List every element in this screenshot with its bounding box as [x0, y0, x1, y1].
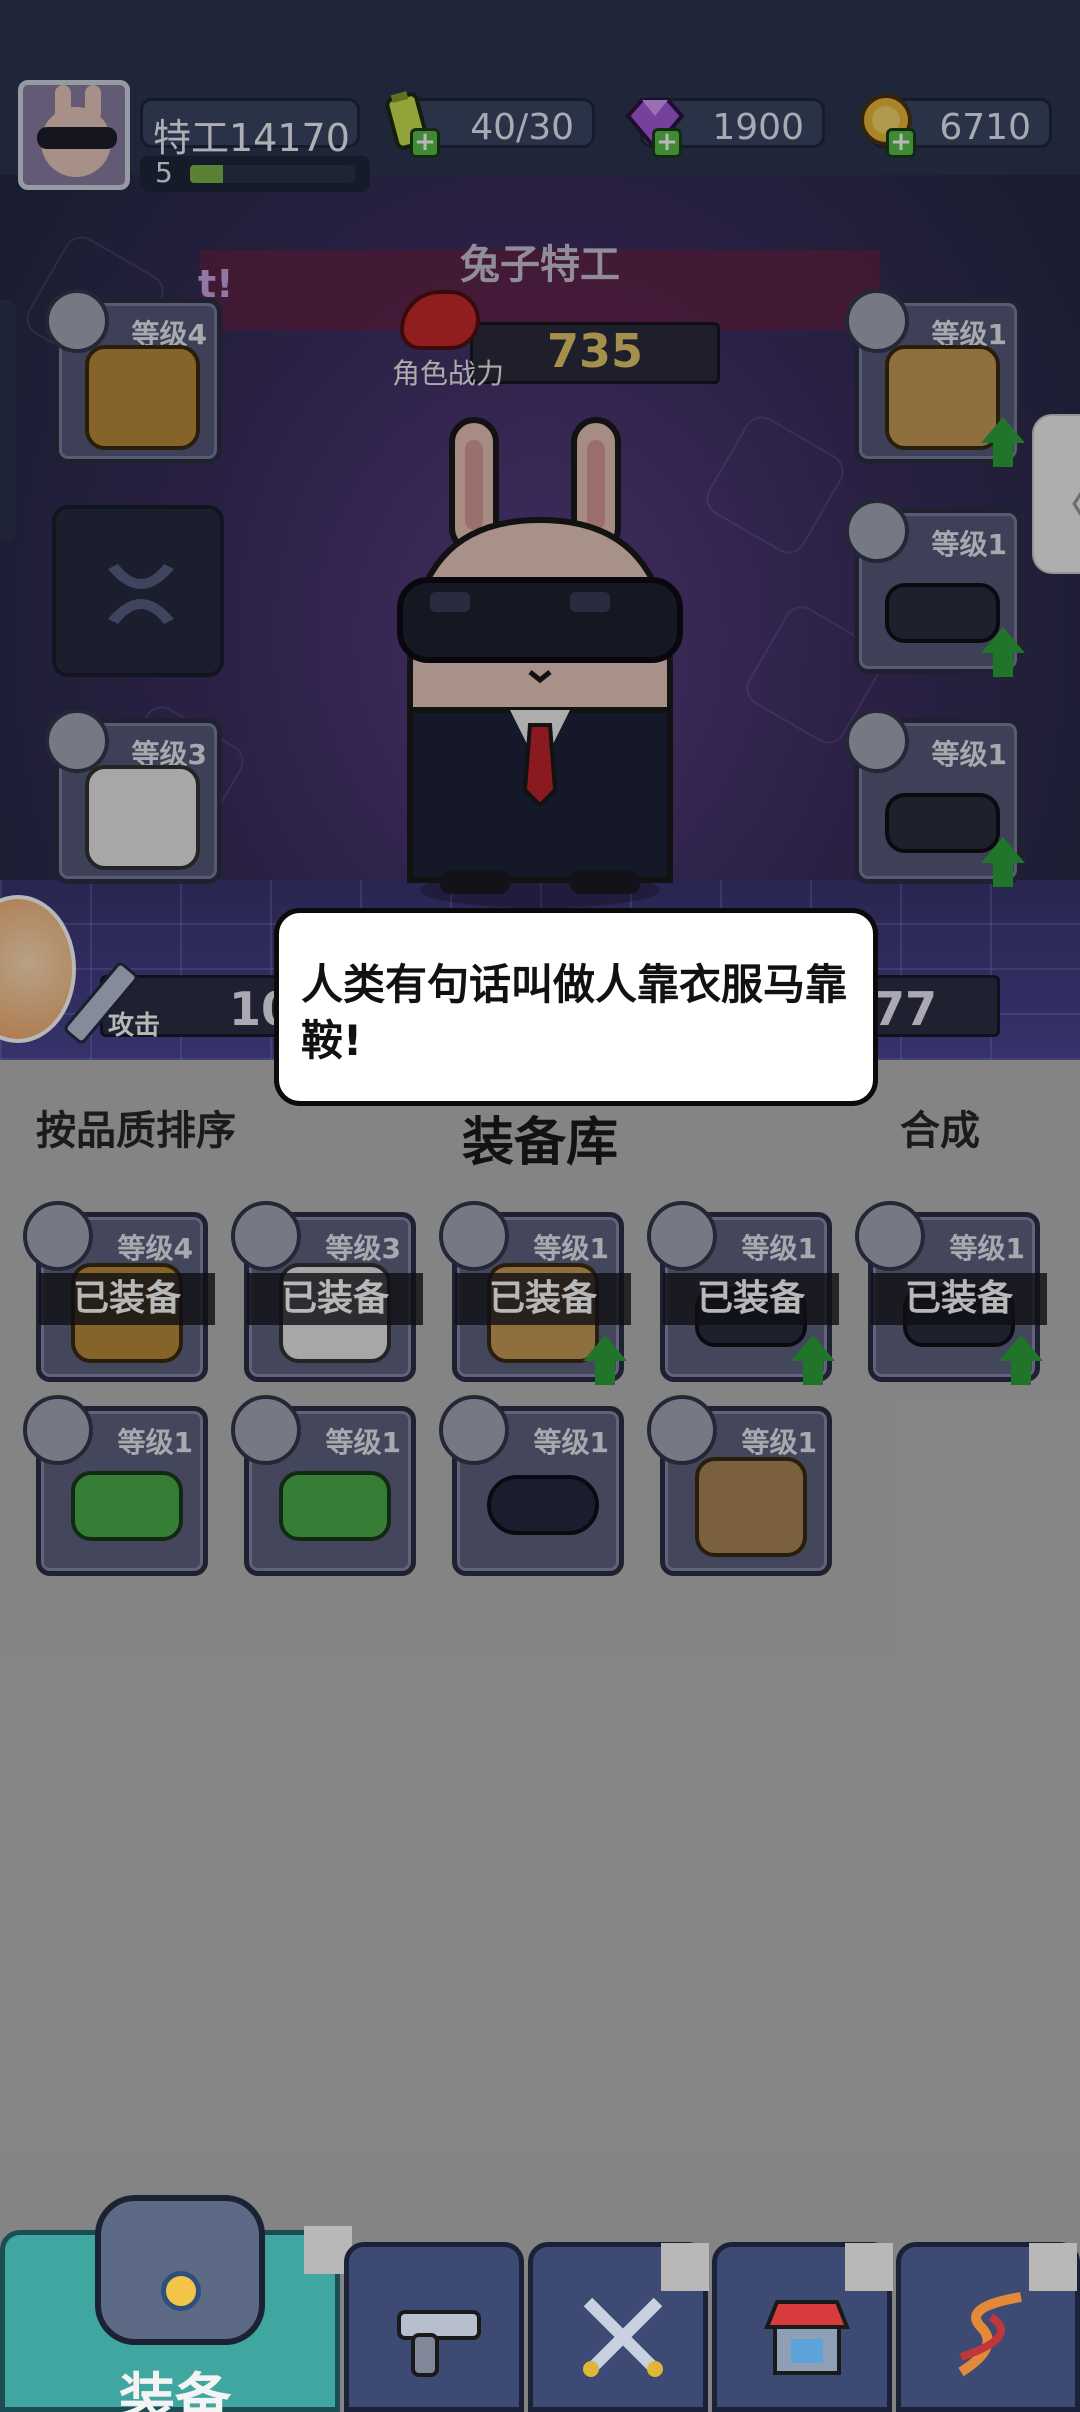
shop-icon — [764, 2300, 850, 2375]
equipped-tag: 已装备 — [663, 1273, 839, 1325]
nav-tab-shop[interactable] — [712, 2242, 893, 2412]
player-name-box: 特工14170 — [140, 98, 360, 160]
defense-stat: 77 — [860, 975, 1000, 1037]
crossed-swords-icon — [583, 2297, 663, 2377]
nav-equipment-label: 装备 — [119, 2368, 231, 2412]
helmet-slot[interactable]: 等级4 — [45, 289, 222, 464]
coin-value: 6710 — [939, 107, 1031, 148]
glove-badge-icon — [231, 1201, 301, 1271]
upgrade-arrow-icon — [981, 837, 1025, 887]
inventory-item-green-goggles-2[interactable]: 等级1 — [231, 1395, 416, 1576]
sunglasses-icon — [487, 1475, 599, 1535]
xp-progress — [190, 165, 355, 183]
power-value: 735 — [546, 324, 644, 378]
inventory-item-gloves[interactable]: 等级3 已装备 — [231, 1201, 423, 1382]
glove-badge-icon — [45, 709, 109, 773]
nav-notch — [1029, 2243, 1077, 2291]
shoes-slot[interactable]: 等级1 — [845, 709, 1025, 887]
game-screen: 特工14170 5 40/30 + 1900 + 6710 + 兔子特工 t! … — [0, 0, 1080, 2412]
equipped-tag: 已装备 — [39, 1273, 215, 1325]
item-level: 等级4 — [117, 1232, 193, 1265]
speech-text: 人类有句话叫做人靠衣服马靠鞍! — [301, 960, 848, 1065]
slot-level: 等级1 — [931, 528, 1007, 561]
nav-notch — [845, 2243, 893, 2291]
hat-badge-icon — [23, 1395, 93, 1465]
merge-button[interactable]: 合成 — [900, 1098, 980, 1156]
knight-helmet-icon — [85, 345, 200, 450]
item-level: 等级1 — [949, 1232, 1025, 1265]
white-glove-icon — [85, 765, 200, 870]
item-level: 等级1 — [741, 1232, 817, 1265]
defense-value: 77 — [873, 982, 938, 1036]
inventory-item-shoes[interactable]: 等级1 已装备 — [855, 1201, 1047, 1385]
equipped-tag: 已装备 — [247, 1273, 423, 1325]
upgrade-arrow-icon — [981, 417, 1025, 467]
ribbon-icon — [108, 564, 174, 624]
nav-tab-battle[interactable] — [528, 2242, 709, 2412]
player-level: 5 — [155, 156, 173, 189]
nav-tab-dna[interactable] — [896, 2242, 1080, 2412]
hat-badge-icon — [439, 1395, 509, 1465]
belt-slot[interactable]: 等级1 — [845, 499, 1025, 677]
left-edge-tab[interactable] — [0, 300, 16, 540]
nav-tab-weapon[interactable] — [344, 2242, 524, 2412]
inventory-item-armor[interactable]: 等级1 已装备 — [439, 1201, 631, 1385]
hat-badge-icon — [23, 1201, 93, 1271]
dna-icon — [958, 2292, 1022, 2377]
belt-badge-icon — [845, 499, 909, 563]
nav-tab-equipment[interactable]: 装备 — [0, 2195, 340, 2412]
item-level: 等级1 — [325, 1426, 401, 1459]
glove-badge-icon — [647, 1395, 717, 1465]
item-level: 等级1 — [533, 1232, 609, 1265]
hat-badge-icon — [45, 289, 109, 353]
green-goggles-icon — [279, 1471, 391, 1541]
hat-badge-icon — [231, 1395, 301, 1465]
gem-value: 1900 — [712, 107, 804, 148]
speech-bubble[interactable]: 人类有句话叫做人靠衣服马靠鞍! — [274, 908, 878, 1106]
shirt-badge-icon — [439, 1201, 509, 1271]
inventory-item-belt[interactable]: 等级1 已装备 — [647, 1201, 839, 1385]
add-energy-button[interactable]: + — [410, 128, 440, 158]
equipped-tag: 已装备 — [871, 1273, 1047, 1325]
inventory-item-gauntlet[interactable]: 等级1 — [647, 1395, 832, 1576]
boot-badge-icon — [855, 1201, 925, 1271]
slot-level: 等级1 — [931, 738, 1007, 771]
character-title: 兔子特工 — [460, 242, 620, 288]
add-gem-button[interactable]: + — [652, 128, 682, 158]
gloves-slot[interactable]: 等级3 — [45, 709, 222, 884]
empty-accessory-slot[interactable] — [52, 505, 224, 677]
inventory-item-helmet[interactable]: 等级4 已装备 — [23, 1201, 215, 1382]
inventory-item-sunglasses[interactable]: 等级1 — [439, 1395, 624, 1576]
player-name: 特工14170 — [153, 116, 350, 160]
boot-badge-icon — [845, 709, 909, 773]
power-label: 角色战力 — [392, 357, 505, 390]
player-avatar[interactable] — [18, 80, 130, 190]
upgrade-arrow-icon — [583, 1335, 627, 1385]
energy-value: 40/30 — [470, 107, 574, 148]
upgrade-arrow-icon — [981, 627, 1025, 677]
item-level: 等级1 — [741, 1426, 817, 1459]
upgrade-arrow-icon — [791, 1335, 835, 1385]
item-level: 等级3 — [325, 1232, 401, 1265]
side-drawer-tab[interactable]: 〈 — [1032, 414, 1080, 574]
equipped-tag: 已装备 — [455, 1273, 631, 1325]
item-level: 等级1 — [533, 1426, 609, 1459]
belt-badge-icon — [647, 1201, 717, 1271]
bunny-agent-character[interactable] — [370, 410, 710, 910]
add-coin-button[interactable]: + — [886, 128, 916, 158]
chevron-left-icon: 〈 — [1044, 466, 1080, 536]
hex-decoration — [699, 409, 851, 561]
upgrade-arrow-icon — [999, 1335, 1043, 1385]
attack-label: 攻击 — [108, 1011, 161, 1041]
gauntlet-icon — [695, 1457, 807, 1557]
green-goggles-icon — [71, 1471, 183, 1541]
nav-notch — [661, 2243, 709, 2291]
pistol-icon — [397, 2310, 481, 2377]
inventory-item-green-goggles[interactable]: 等级1 — [23, 1395, 208, 1576]
armor-nav-icon — [95, 2195, 265, 2345]
shirt-badge-icon — [845, 289, 909, 353]
armor-slot[interactable]: 等级1 — [845, 289, 1025, 467]
item-level: 等级1 — [117, 1426, 193, 1459]
